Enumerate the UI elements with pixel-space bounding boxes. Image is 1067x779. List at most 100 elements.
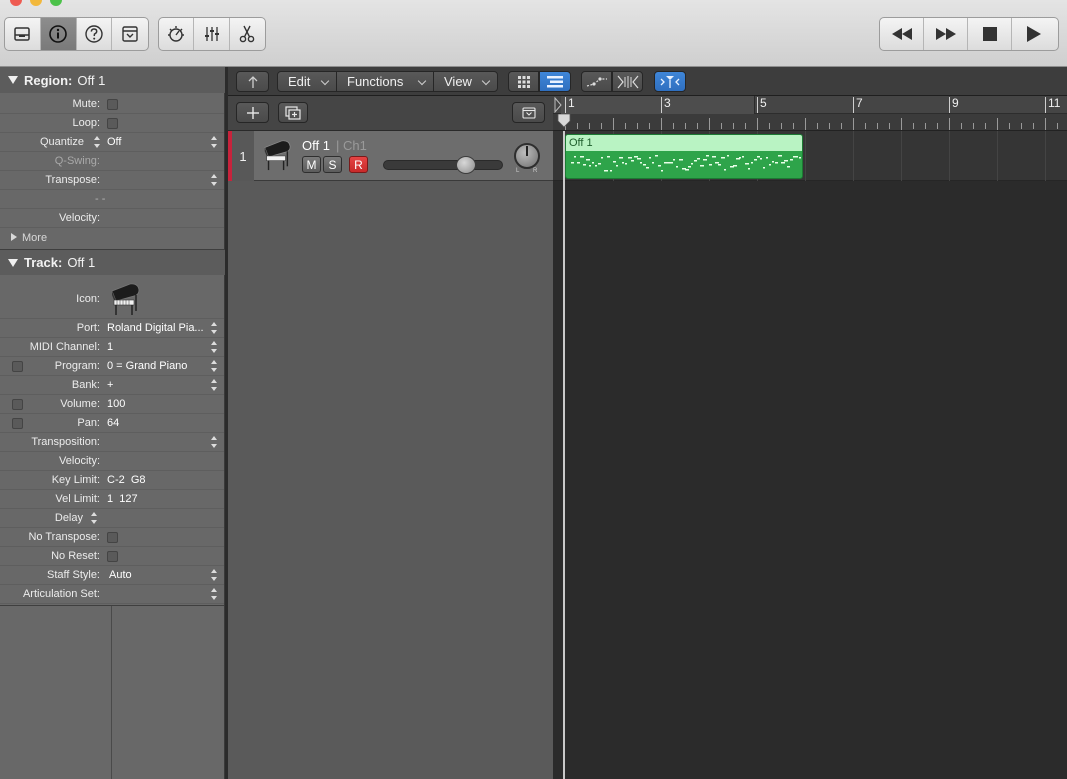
ruler-bar-line xyxy=(853,97,854,113)
stop-button[interactable] xyxy=(968,18,1012,50)
view-menu[interactable]: View xyxy=(433,71,498,92)
pan-row[interactable]: Pan: 64 xyxy=(0,414,224,433)
region-loop-checkbox[interactable] xyxy=(107,118,118,129)
flex-button[interactable] xyxy=(612,71,643,92)
solo-button[interactable]: S xyxy=(323,156,342,173)
region-mute-checkbox[interactable] xyxy=(107,99,118,110)
edit-menu[interactable]: Edit xyxy=(277,71,337,92)
grand-piano-icon[interactable] xyxy=(261,138,293,172)
midi-note xyxy=(598,163,601,165)
program-row[interactable]: Program: 0 = Grand Piano xyxy=(0,357,224,376)
program-checkbox[interactable] xyxy=(12,361,23,372)
duplicate-track-button[interactable] xyxy=(278,102,308,123)
ruler-bar-label: 7 xyxy=(856,96,863,110)
midi-note xyxy=(790,159,793,161)
bank-value[interactable]: + xyxy=(107,379,113,391)
ruler-tick xyxy=(829,123,830,129)
articulation-set-row[interactable]: Articulation Set: xyxy=(0,585,224,604)
track-name[interactable]: Off 1 xyxy=(302,138,330,153)
midi-note xyxy=(709,164,712,166)
bank-row[interactable]: Bank: + xyxy=(0,376,224,395)
midi-channel-value[interactable]: 1 xyxy=(107,341,113,353)
track-header-toolbar xyxy=(228,96,553,131)
midi-note xyxy=(649,157,651,159)
transpose-stepper-icon xyxy=(211,174,218,186)
cycle-area[interactable] xyxy=(561,96,755,114)
pan-knob[interactable] xyxy=(514,143,540,169)
toolbar-toggle-button[interactable] xyxy=(112,18,148,50)
record-enable-button[interactable]: R xyxy=(349,156,368,173)
close-window-button[interactable] xyxy=(10,0,22,6)
solo-button-label: S xyxy=(328,157,337,172)
grand-piano-icon[interactable] xyxy=(108,281,142,317)
play-button[interactable] xyxy=(1012,18,1056,50)
editors-button[interactable] xyxy=(230,18,265,50)
smart-tempo-button[interactable] xyxy=(159,18,195,50)
midi-channel-row[interactable]: MIDI Channel: 1 xyxy=(0,338,224,357)
midi-note xyxy=(640,162,642,164)
grid-view-button[interactable] xyxy=(508,71,539,92)
mute-button[interactable]: M xyxy=(302,156,321,173)
delay-row[interactable]: Delay xyxy=(0,509,224,528)
functions-menu[interactable]: Functions xyxy=(336,71,434,92)
region-inspector-header[interactable]: Region: Off 1 xyxy=(0,67,225,93)
inspector-button[interactable] xyxy=(40,18,77,50)
icon-label: Icon: xyxy=(76,292,100,305)
fast-forward-icon xyxy=(935,28,956,40)
region-transpose-row[interactable]: Transpose: xyxy=(0,171,224,190)
tracks-area[interactable] xyxy=(553,131,1067,779)
playhead-marker-icon[interactable] xyxy=(557,114,571,130)
pan-checkbox[interactable] xyxy=(12,418,23,429)
key-limit-value[interactable]: C-2 G8 xyxy=(107,474,146,486)
staff-style-value[interactable]: Auto xyxy=(109,569,132,581)
catch-button[interactable] xyxy=(654,71,686,92)
library-button[interactable] xyxy=(5,18,41,50)
pan-value[interactable]: 64 xyxy=(107,417,119,429)
global-tracks-button[interactable] xyxy=(512,102,545,123)
rewind-button[interactable] xyxy=(880,18,924,50)
automation-button[interactable] xyxy=(581,71,612,92)
program-value[interactable]: 0 = Grand Piano xyxy=(107,360,187,372)
quick-help-button[interactable] xyxy=(77,18,113,50)
track-icon-row: Icon: xyxy=(0,279,224,319)
fast-forward-button[interactable] xyxy=(924,18,968,50)
volume-slider-handle[interactable] xyxy=(455,156,476,174)
ruler-bar-line xyxy=(757,97,758,113)
port-value[interactable]: Roland Digital Pia... xyxy=(107,322,204,334)
volume-value[interactable]: 100 xyxy=(107,398,125,410)
track-header[interactable]: 1 Off 1 | Ch1 M S R L R xyxy=(228,131,553,181)
vel-limit-row[interactable]: Vel Limit: 1 127 xyxy=(0,490,224,509)
transposition-stepper-icon xyxy=(211,436,218,448)
volume-slider[interactable] xyxy=(383,156,503,174)
volume-row[interactable]: Volume: 100 xyxy=(0,395,224,414)
ruler-tick xyxy=(901,118,902,130)
transpose-label: Transpose: xyxy=(45,174,100,186)
midi-note xyxy=(760,158,762,160)
vel-limit-value[interactable]: 1 127 xyxy=(107,493,138,505)
midi-region[interactable]: Off 1 xyxy=(565,134,803,179)
list-view-button[interactable] xyxy=(539,71,571,92)
back-button[interactable] xyxy=(236,71,269,92)
staff-style-row[interactable]: Staff Style: Auto xyxy=(0,566,224,585)
no-reset-checkbox[interactable] xyxy=(107,551,118,562)
zoom-window-button[interactable] xyxy=(50,0,62,6)
minimize-window-button[interactable] xyxy=(30,0,42,6)
key-limit-row[interactable]: Key Limit: C-2 G8 xyxy=(0,471,224,490)
transposition-row[interactable]: Transposition: xyxy=(0,433,224,452)
region-quantize-row[interactable]: Quantize Off xyxy=(0,133,224,152)
mixer-button[interactable] xyxy=(194,18,230,50)
bar-ruler[interactable]: 1 3 5 7 9 11 xyxy=(553,96,1067,131)
port-row[interactable]: Port: Roland Digital Pia... xyxy=(0,319,224,338)
volume-checkbox[interactable] xyxy=(12,399,23,410)
track-inspector-header[interactable]: Track: Off 1 xyxy=(0,249,225,275)
quantize-value[interactable]: Off xyxy=(107,136,121,148)
articulation-set-stepper-icon xyxy=(211,588,218,600)
add-track-button[interactable] xyxy=(236,102,269,123)
track-velocity-row[interactable]: Velocity: xyxy=(0,452,224,471)
region-velocity-row[interactable]: Velocity: xyxy=(0,209,224,228)
no-transpose-checkbox[interactable] xyxy=(107,532,118,543)
midi-note xyxy=(580,156,584,158)
region-more-row[interactable]: More xyxy=(0,228,224,247)
midi-note xyxy=(685,169,689,171)
ruler-bar-label: 5 xyxy=(760,96,767,110)
